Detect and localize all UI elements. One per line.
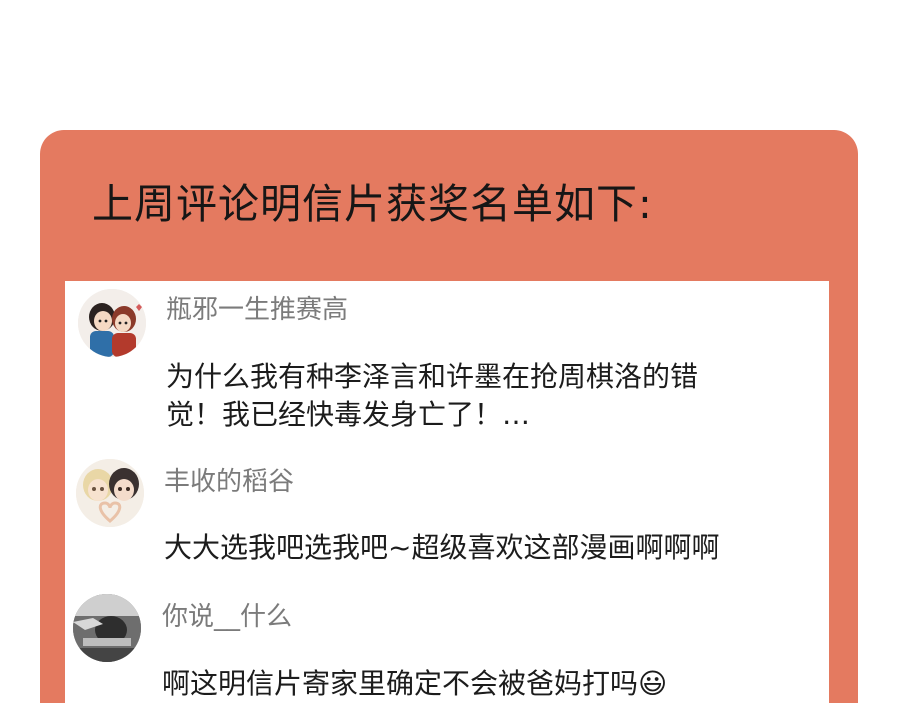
card-title: 上周评论明信片获奖名单如下: bbox=[92, 180, 653, 228]
page: 上周评论明信片获奖名单如下: 瓶邪一生推赛高 为什么我有种李泽言和许墨在抢周棋洛… bbox=[0, 0, 900, 703]
comment-text-line: 觉！我已经快毒发身亡了！… bbox=[166, 398, 531, 431]
comments-panel: 瓶邪一生推赛高 为什么我有种李泽言和许墨在抢周棋洛的错 觉！我已经快毒发身亡了！… bbox=[65, 281, 829, 703]
comment-text-line: 为什么我有种李泽言和许墨在抢周棋洛的错 bbox=[166, 360, 699, 393]
anime-couple-avatar[interactable] bbox=[78, 289, 146, 357]
winners-card: 上周评论明信片获奖名单如下: 瓶邪一生推赛高 为什么我有种李泽言和许墨在抢周棋洛… bbox=[40, 130, 858, 703]
comment-username[interactable]: 丰收的稻谷 bbox=[164, 461, 294, 498]
comment-text-line: 大大选我吧选我吧~超级喜欢这部漫画啊啊啊 bbox=[164, 531, 720, 564]
anime-heart-hands-avatar[interactable] bbox=[76, 459, 144, 527]
comment-text-line: 啊这明信片寄家里确定不会被爸妈打吗😃 bbox=[162, 667, 668, 700]
grayscale-photo-avatar[interactable] bbox=[73, 594, 141, 662]
comment-username[interactable]: 瓶邪一生推赛高 bbox=[166, 289, 348, 326]
comment-username[interactable]: 你说__什么 bbox=[162, 596, 292, 633]
